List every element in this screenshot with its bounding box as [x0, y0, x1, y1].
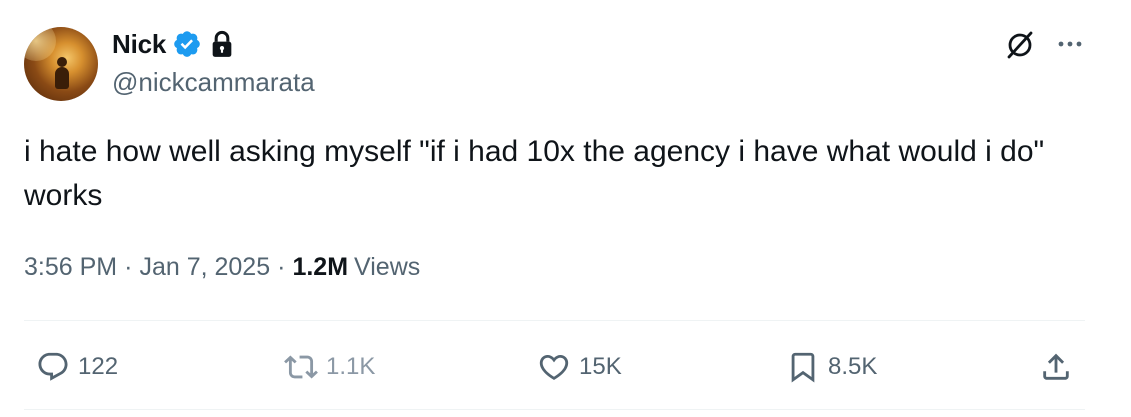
avatar-figure-head [57, 57, 67, 67]
reply-button[interactable]: 122 [36, 343, 118, 391]
more-icon[interactable] [1057, 36, 1083, 52]
post: Nick @nickcammarata i hate how well aski… [0, 0, 1131, 417]
heart-icon [539, 354, 569, 380]
meta-separator: · [277, 253, 286, 281]
post-text: i hate how well asking myself "if i had … [24, 135, 1045, 212]
avatar[interactable] [24, 27, 98, 101]
reply-icon [38, 352, 68, 381]
like-count: 15K [579, 353, 622, 380]
post-date[interactable]: Jan 7, 2025 [139, 253, 270, 282]
action-bar: 122 1.1K 15K 8.5K [0, 343, 1131, 391]
meta-separator: · [124, 253, 133, 281]
author-handle[interactable]: @nickcammarata [112, 67, 315, 98]
bookmark-button[interactable]: 8.5K [786, 343, 877, 391]
repost-icon [284, 355, 318, 379]
author-name[interactable]: Nick [112, 29, 166, 60]
avatar-figure-body [55, 67, 69, 89]
post-meta: 3:56 PM · Jan 7, 2025 · 1.2M Views [24, 253, 420, 282]
repost-button[interactable]: 1.1K [284, 343, 375, 391]
avatar-glow [24, 27, 56, 61]
repost-count: 1.1K [326, 353, 376, 380]
reply-count: 122 [78, 353, 119, 380]
bookmark-count: 8.5K [828, 353, 878, 380]
author-name-row: Nick [112, 27, 234, 61]
bookmark-icon [791, 352, 815, 383]
share-button[interactable] [1039, 343, 1073, 391]
views-count: 1.2M [292, 253, 349, 281]
lock-icon [212, 30, 232, 57]
divider-bottom [24, 409, 1085, 410]
post-time[interactable]: 3:56 PM [24, 253, 117, 282]
grok-icon[interactable] [1005, 30, 1035, 60]
like-button[interactable]: 15K [537, 343, 622, 391]
views-label: Views [354, 253, 421, 281]
verified-badge-icon[interactable] [172, 29, 202, 59]
share-icon [1043, 353, 1069, 380]
divider-top [24, 320, 1085, 321]
